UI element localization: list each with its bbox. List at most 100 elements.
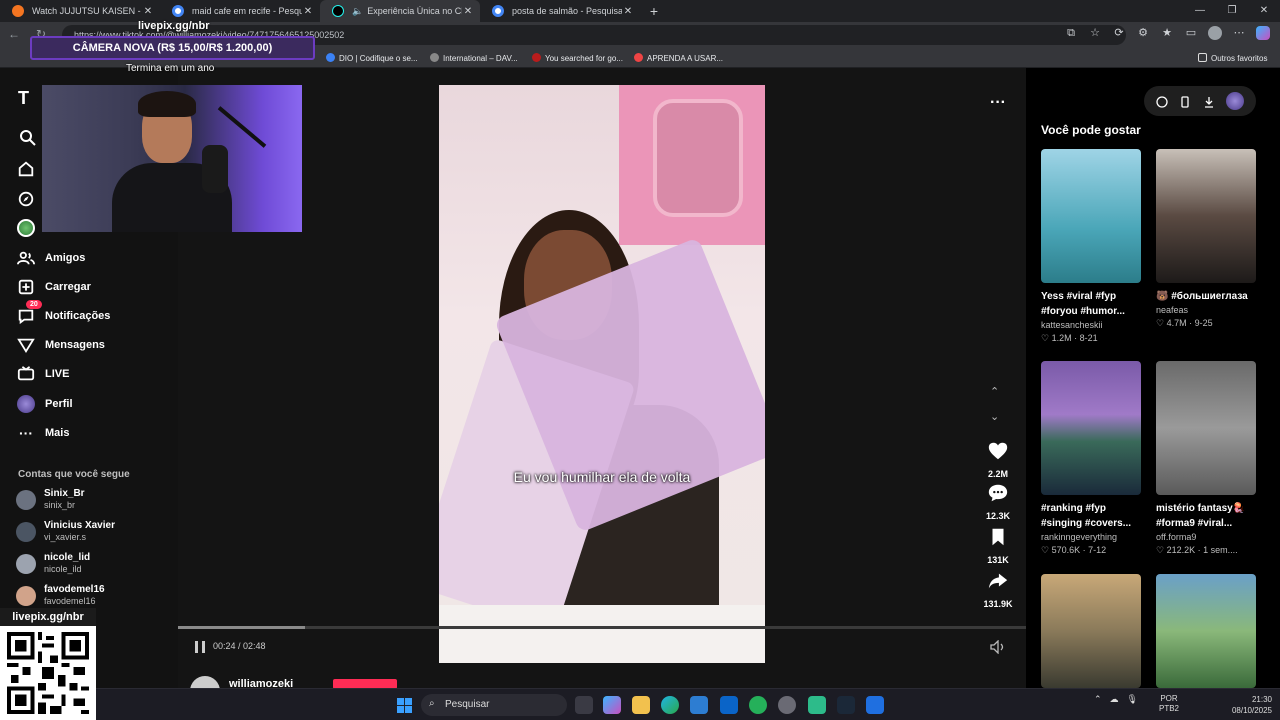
- settings-icon[interactable]: [778, 696, 796, 714]
- user-avatar-icon[interactable]: [1226, 92, 1245, 110]
- like-button[interactable]: 2.2M: [978, 440, 1018, 479]
- cloud-icon[interactable]: ☁: [1110, 694, 1119, 705]
- new-tab-button[interactable]: +: [644, 3, 664, 19]
- suggestion-card[interactable]: mistério fantasy🪼 #forma9 #viral... off.…: [1156, 361, 1256, 556]
- suggestion-title: mistério fantasy🪼 #forma9 #viral...: [1156, 503, 1246, 529]
- windows-start-icon[interactable]: [397, 698, 412, 713]
- sidebar-item-friends[interactable]: Amigos: [16, 247, 176, 269]
- minimize-icon[interactable]: —: [1184, 0, 1216, 22]
- suggestion-card[interactable]: 🐻 #большиеглаза neafeas ♡ 4.7M · 9-25: [1156, 149, 1256, 329]
- bookmark-aprenda[interactable]: APRENDA A USAR...: [634, 53, 723, 63]
- task-app-icon[interactable]: [866, 696, 884, 714]
- save-button[interactable]: 131K: [978, 526, 1018, 565]
- tray-overflow-icon[interactable]: ⌃: [1094, 694, 1102, 705]
- suggestion-thumbnail: [1156, 149, 1256, 283]
- tab-crunchyroll[interactable]: Watch JUJUTSU KAISEN - Crunchyroll ✕: [0, 0, 160, 22]
- copilot-icon[interactable]: [1256, 26, 1270, 40]
- tiktok-logo-icon[interactable]: T: [18, 88, 29, 109]
- video-table: [439, 605, 765, 663]
- close-tab-icon[interactable]: ✕: [622, 6, 634, 17]
- comment-button[interactable]: 12.3K: [978, 482, 1018, 521]
- heart-outline-icon: ♡: [1156, 318, 1167, 328]
- heart-outline-icon: ♡: [1156, 545, 1167, 555]
- sidebar-item-upload[interactable]: Carregar: [16, 276, 176, 298]
- extensions-icon[interactable]: ⧉: [1064, 26, 1078, 40]
- sidebar-item-notifications[interactable]: 20 Notificações: [16, 300, 176, 327]
- close-tab-icon[interactable]: ✕: [302, 6, 314, 17]
- taskbar-clock[interactable]: 21:30 08/10/2025: [1226, 694, 1272, 716]
- steam-icon[interactable]: [837, 696, 855, 714]
- right-toolbar: [1144, 86, 1256, 116]
- file-explorer-icon[interactable]: [632, 696, 650, 714]
- taskbar-search[interactable]: ⌕ Pesquisar: [421, 694, 567, 716]
- task-view-icon[interactable]: [575, 696, 593, 714]
- bookmark-international[interactable]: International – DAV...: [430, 53, 518, 63]
- back-icon[interactable]: ←: [8, 27, 20, 41]
- followed-account[interactable]: Vinicius Xavier vi_xavier.s: [16, 518, 176, 546]
- dio-icon: [326, 53, 335, 62]
- compass-icon[interactable]: [1156, 95, 1168, 108]
- store-icon[interactable]: [690, 696, 708, 714]
- bookmark-other-favorites[interactable]: Outros favoritos: [1198, 53, 1267, 63]
- account-handle: favodemel16: [44, 596, 96, 606]
- suggestion-card[interactable]: [1041, 574, 1141, 688]
- extensions-puzzle-icon[interactable]: ⚙: [1136, 26, 1150, 40]
- previous-video-icon[interactable]: ⌃: [990, 385, 999, 398]
- qr-code-graphic: [7, 632, 89, 714]
- tab-salmon[interactable]: posta de salmão - Pesquisa Google ✕: [480, 0, 640, 22]
- pause-icon[interactable]: [194, 640, 206, 654]
- followed-account[interactable]: nicole_lid nicole_ild: [16, 550, 176, 578]
- outlook-icon[interactable]: [720, 696, 738, 714]
- download-icon[interactable]: [1203, 95, 1215, 108]
- volume-icon[interactable]: [990, 640, 1006, 654]
- input-language[interactable]: POR PTB2: [1159, 694, 1179, 714]
- speaker-icon[interactable]: 🔈: [352, 6, 363, 17]
- game-app-icon[interactable]: [808, 696, 826, 714]
- suggestion-title: 🐻 #большиеглаза: [1156, 291, 1248, 302]
- refresh-icon[interactable]: ⟳: [1112, 26, 1126, 40]
- bookmark-you-searched[interactable]: You searched for go...: [532, 53, 623, 63]
- overlay-goal-subtext: Termina em um ano: [126, 63, 215, 74]
- collections-icon[interactable]: ★: [1160, 26, 1174, 40]
- close-window-icon[interactable]: ✕: [1248, 0, 1280, 22]
- suggestion-card[interactable]: #ranking #fyp #singing #covers... rankin…: [1041, 361, 1141, 556]
- sidebar-item-live[interactable]: LIVE: [16, 363, 176, 385]
- phone-icon[interactable]: [1179, 95, 1191, 108]
- copilot-app-icon[interactable]: [603, 696, 621, 714]
- favorites-star-icon[interactable]: ☆: [1088, 26, 1102, 40]
- google-favicon: [172, 5, 184, 17]
- restore-icon[interactable]: ❐: [1216, 0, 1248, 22]
- date: 8-21: [1079, 333, 1098, 343]
- video-frame[interactable]: Eu vou humilhar ela de volta: [439, 85, 765, 663]
- search-icon[interactable]: [18, 128, 38, 148]
- edge-browser-icon[interactable]: [661, 696, 679, 714]
- mic-arm: [217, 106, 267, 148]
- suggestion-card[interactable]: [1156, 574, 1256, 688]
- sidebar-item-label: Perfil: [45, 398, 73, 410]
- close-tab-icon[interactable]: ✕: [462, 6, 474, 17]
- suggestion-user: neafeas: [1156, 305, 1189, 315]
- sidebar-item-more[interactable]: ··· Mais: [16, 422, 176, 444]
- share-button[interactable]: 131.9K: [978, 570, 1018, 609]
- close-tab-icon[interactable]: ✕: [142, 6, 154, 17]
- tab-maid-cafe[interactable]: maid cafe em recife - Pesquisa Google ✕: [160, 0, 320, 22]
- whatsapp-icon[interactable]: [749, 696, 767, 714]
- profile-avatar-icon[interactable]: [1208, 26, 1222, 40]
- video-progress-bar[interactable]: [178, 626, 1026, 629]
- menu-dots-icon[interactable]: ⋯: [1232, 26, 1246, 40]
- next-video-icon[interactable]: ⌄: [990, 410, 999, 423]
- suggestion-card[interactable]: Yess #viral #fyp #foryou #humor... katte…: [1041, 149, 1141, 344]
- likes: 570.6K: [1051, 545, 1081, 555]
- split-screen-icon[interactable]: ▭: [1184, 26, 1198, 40]
- date: 7-12: [1088, 545, 1107, 555]
- tab-tiktok[interactable]: 🔈 Experiência Única no Chest Club ✕: [320, 0, 480, 22]
- bookmark-dio[interactable]: DIO | Codifique o se...: [326, 53, 418, 63]
- followed-account[interactable]: Sinix_Br sinix_br: [16, 486, 176, 514]
- microphone-icon[interactable]: 🎙: [1127, 694, 1138, 705]
- suggestion-stats: ♡ 212.2K · 1 sem....: [1156, 545, 1238, 555]
- sidebar-item-messages[interactable]: Mensagens: [16, 334, 176, 356]
- more-options-icon[interactable]: ···: [990, 94, 1006, 112]
- followed-account[interactable]: favodemel16 favodemel16: [16, 582, 176, 610]
- heart-outline-icon: ♡: [1041, 333, 1052, 343]
- sidebar-item-profile[interactable]: Perfil: [16, 393, 176, 415]
